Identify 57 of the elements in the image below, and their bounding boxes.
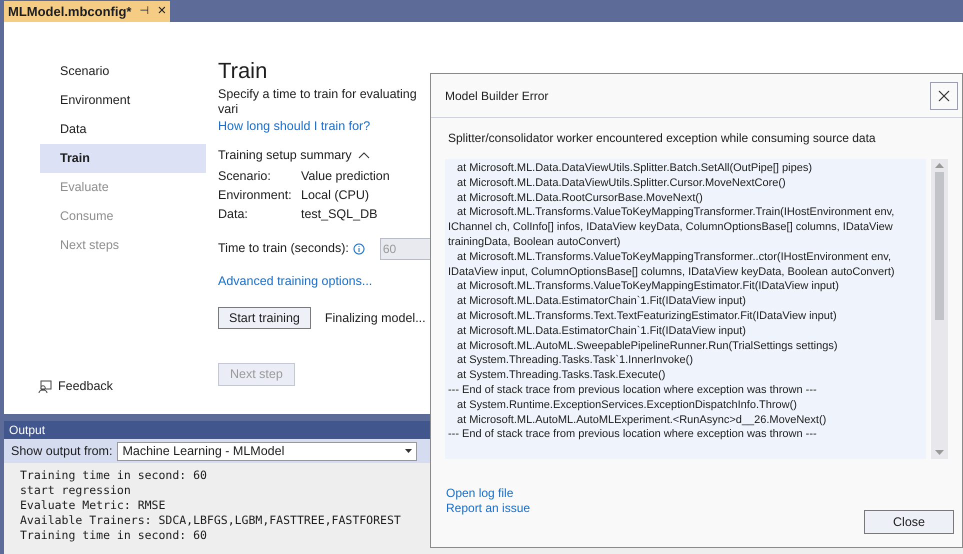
page-description: Specify a time to train for evaluating vari bbox=[218, 87, 418, 117]
step-item[interactable]: Data bbox=[40, 115, 206, 144]
trace-line: at Microsoft.ML.Data.DataViewUtils.Splitter.Cursor.MoveNextCore() bbox=[456, 176, 787, 191]
pin-icon[interactable]: ⊣ bbox=[140, 3, 150, 20]
summary-label: Environment: bbox=[218, 186, 293, 204]
trace-line: at Microsoft.ML.Transforms.Text.TextFeaturizingEstimator.Fit(IDataView input) bbox=[456, 308, 838, 324]
trace-line: at Microsoft.ML.Data.EstimatorChain`1.Fit(IDataView input) bbox=[456, 294, 747, 309]
caret-icon bbox=[405, 449, 412, 453]
output-line: Evaluate Metric: RMSE bbox=[20, 498, 166, 513]
summary-value: Local (CPU) bbox=[301, 186, 370, 204]
summary-label: Scenario: bbox=[218, 168, 272, 185]
page-title: Train bbox=[218, 57, 268, 85]
status-text: Finalizing model... bbox=[324, 310, 426, 327]
close-button[interactable] bbox=[930, 82, 958, 110]
scroll-down-icon[interactable] bbox=[935, 450, 944, 455]
dialog-title: Model Builder Error bbox=[445, 88, 548, 104]
trace-line: at System.Threading.Tasks.Task`1.InnerInvoke() bbox=[456, 353, 694, 368]
source-label: Show output from: bbox=[11, 442, 112, 460]
time-label: Time to train (seconds): bbox=[218, 240, 349, 258]
summary-toggle[interactable]: Training setup summary bbox=[218, 146, 440, 164]
close-icon[interactable]: × bbox=[158, 0, 166, 23]
dialog-link[interactable]: Open log file bbox=[446, 486, 514, 501]
trace-line: at Microsoft.ML.AutoML.SweepablePipelineRunner.Run(TrialSettings settings) bbox=[456, 338, 838, 354]
output-line: Training time in second: 60 bbox=[20, 528, 207, 543]
step-item[interactable]: Scenario bbox=[40, 57, 206, 86]
step-item[interactable]: Train bbox=[40, 144, 206, 173]
tab-title: MLModel.mbconfig* bbox=[8, 2, 132, 21]
dialog-close-button[interactable]: Close bbox=[864, 510, 954, 534]
trace-separator: --- End of stack trace from previous location where exception was thrown --- bbox=[448, 382, 818, 398]
summary-label: Data: bbox=[218, 206, 249, 223]
advanced-options-link[interactable]: Advanced training options... bbox=[218, 272, 372, 290]
output-line: Available Trainers: SDCA,LBFGS,LGBM,FASTTREE,FASTFOREST bbox=[20, 513, 401, 528]
output-line: start regression bbox=[20, 483, 131, 498]
close-icon bbox=[938, 90, 950, 102]
error-message: Splitter/consolidator worker encountered exception while consuming source data bbox=[448, 130, 876, 147]
trace-line: at Microsoft.ML.Data.DataViewUtils.Splitter.Batch.SetAll(OutPipe[] pipes) bbox=[456, 161, 813, 176]
scroll-up-icon[interactable] bbox=[935, 163, 944, 168]
trace-line: at Microsoft.ML.Data.EstimatorChain`1.Fit(IDataView input) bbox=[456, 324, 747, 339]
feedback-link[interactable]: Feedback bbox=[58, 377, 113, 396]
trace-line: at System.Threading.Tasks.Task.Execute() bbox=[456, 368, 666, 383]
info-icon[interactable] bbox=[352, 242, 365, 254]
scroll-thumb[interactable] bbox=[935, 172, 944, 320]
trace-line: at Microsoft.ML.Transforms.ValueToKeyMappingEstimator.Fit(IDataView input) bbox=[456, 279, 840, 294]
trace-line: at System.Runtime.ExceptionServices.ExceptionDispatchInfo.Throw() bbox=[456, 398, 798, 413]
trace-line: at Microsoft.ML.Transforms.ValueToKeyMappingTransformer..ctor(IHostEnvironment env, IDataView input, ColumnOptionsBase[] columns, IDataView keyData, Boolean autoConvert) bbox=[448, 250, 896, 280]
step-item[interactable]: Environment bbox=[40, 86, 206, 115]
trace-line: at Microsoft.ML.Data.RootCursorBase.MoveNext() bbox=[456, 190, 704, 206]
chevron-up-icon bbox=[358, 151, 370, 160]
summary-value: test_SQL_DB bbox=[301, 206, 378, 223]
summary-value: Value prediction bbox=[301, 168, 390, 185]
trace-line: at Microsoft.ML.Transforms.ValueToKeyMappingTransformer.Train(IHostEnvironment env, IChannel ch, ColInfo[] infos, IDataView keyData, ColumnOptionsBase[] columns, IDataView trainingData, Boolean autoConvert) bbox=[448, 205, 896, 250]
feedback-icon bbox=[38, 380, 52, 394]
dialog-link[interactable]: Report an issue bbox=[446, 501, 530, 516]
output-line: Training time in second: 60 bbox=[20, 468, 207, 483]
source-dropdown[interactable]: Machine Learning - MLModel bbox=[117, 442, 418, 460]
document-tab[interactable]: MLModel.mbconfig* ⊣ × bbox=[4, 1, 170, 22]
start-training-button[interactable]: Start training bbox=[218, 307, 311, 330]
